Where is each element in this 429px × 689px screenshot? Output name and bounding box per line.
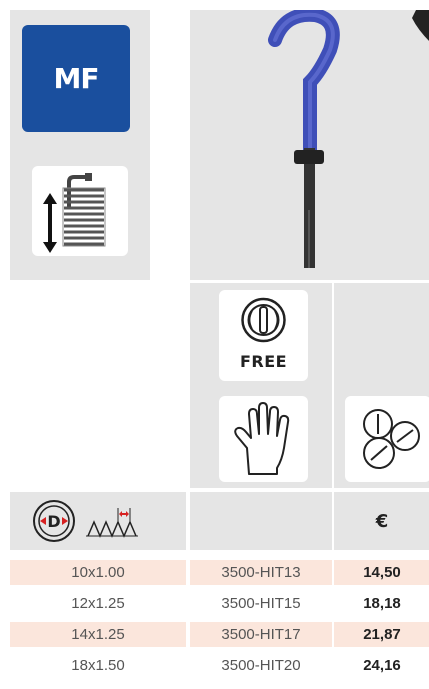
thread-insert-icon [43,173,106,253]
price-column-header: € [334,492,429,550]
code-cell: 3500-HIT17 [190,622,332,647]
price-cell: 24,16 [363,657,401,674]
code-cell: 3500-HIT13 [190,560,332,585]
table-row: 14x1.25 3500-HIT17 21,87 [0,622,429,647]
coins-icon [363,409,420,469]
manual-icon-card [219,396,308,482]
mf-badge: MF [22,25,130,132]
table-row: 10x1.00 3500-HIT13 14,50 [0,560,429,585]
insert-icon-card [32,166,128,256]
size-cell: 12x1.25 [71,595,125,612]
installation-tool-image [268,7,429,268]
diameter-pitch-icon: D [33,500,138,542]
size-cell: 10x1.00 [10,560,186,585]
free-rotation-icon [241,297,286,343]
size-column-header: D [10,492,186,550]
nuts-icon-card [345,396,429,482]
free-label: FREE [239,352,288,371]
product-image-panel [190,7,429,280]
table-row: 18x1.50 3500-HIT20 24,16 [0,653,429,678]
size-cell: 14x1.25 [10,622,186,647]
size-cell: 18x1.50 [71,657,125,674]
code-cell: 3500-HIT20 [221,657,301,674]
code-cell: 3500-HIT15 [221,595,301,612]
price-cell: 14,50 [334,560,429,585]
svg-text:D: D [47,512,60,531]
hand-icon [234,402,290,475]
code-column-header [190,492,332,550]
table-row: 12x1.25 3500-HIT15 18,18 [0,591,429,616]
price-cell: 18,18 [363,595,401,612]
price-cell: 21,87 [334,622,429,647]
